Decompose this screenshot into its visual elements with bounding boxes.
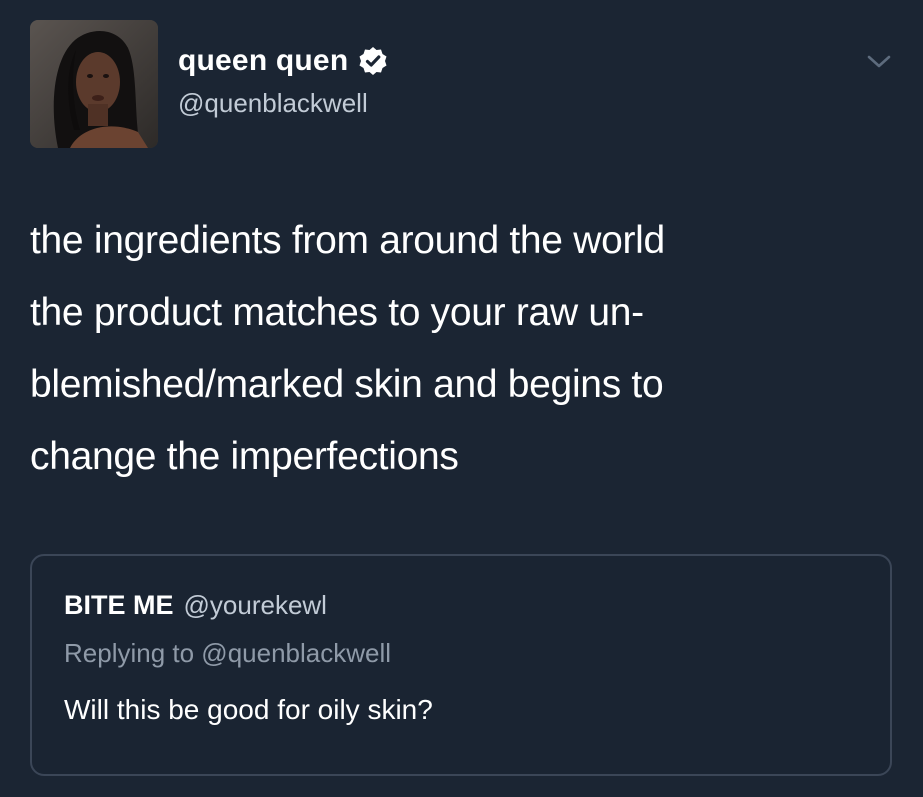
quoted-display-name: BITE ME [64, 590, 174, 620]
quoted-tweet-header: BITE ME @yourekewl [64, 590, 327, 621]
chevron-down-icon[interactable] [864, 52, 894, 72]
tweet-text: the ingredients from around the world th… [30, 219, 665, 478]
tweet-card: queen quen @quenblackwell the ingredient… [0, 0, 923, 797]
quoted-replying-to: Replying to @quenblackwell [64, 638, 392, 668]
avatar[interactable] [30, 20, 158, 148]
author-display-name[interactable]: queen quen [178, 44, 348, 78]
author-handle[interactable]: @quenblackwell [178, 88, 368, 119]
quoted-handle: @yourekewl [183, 590, 327, 620]
author-name-row[interactable]: queen quen [178, 44, 388, 78]
avatar-image [30, 20, 158, 148]
quoted-tweet-text: Will this be good for oily skin? [64, 694, 433, 725]
quoted-tweet[interactable]: BITE ME @yourekewl Replying to @quenblac… [30, 554, 892, 776]
verified-badge-icon [358, 46, 388, 76]
